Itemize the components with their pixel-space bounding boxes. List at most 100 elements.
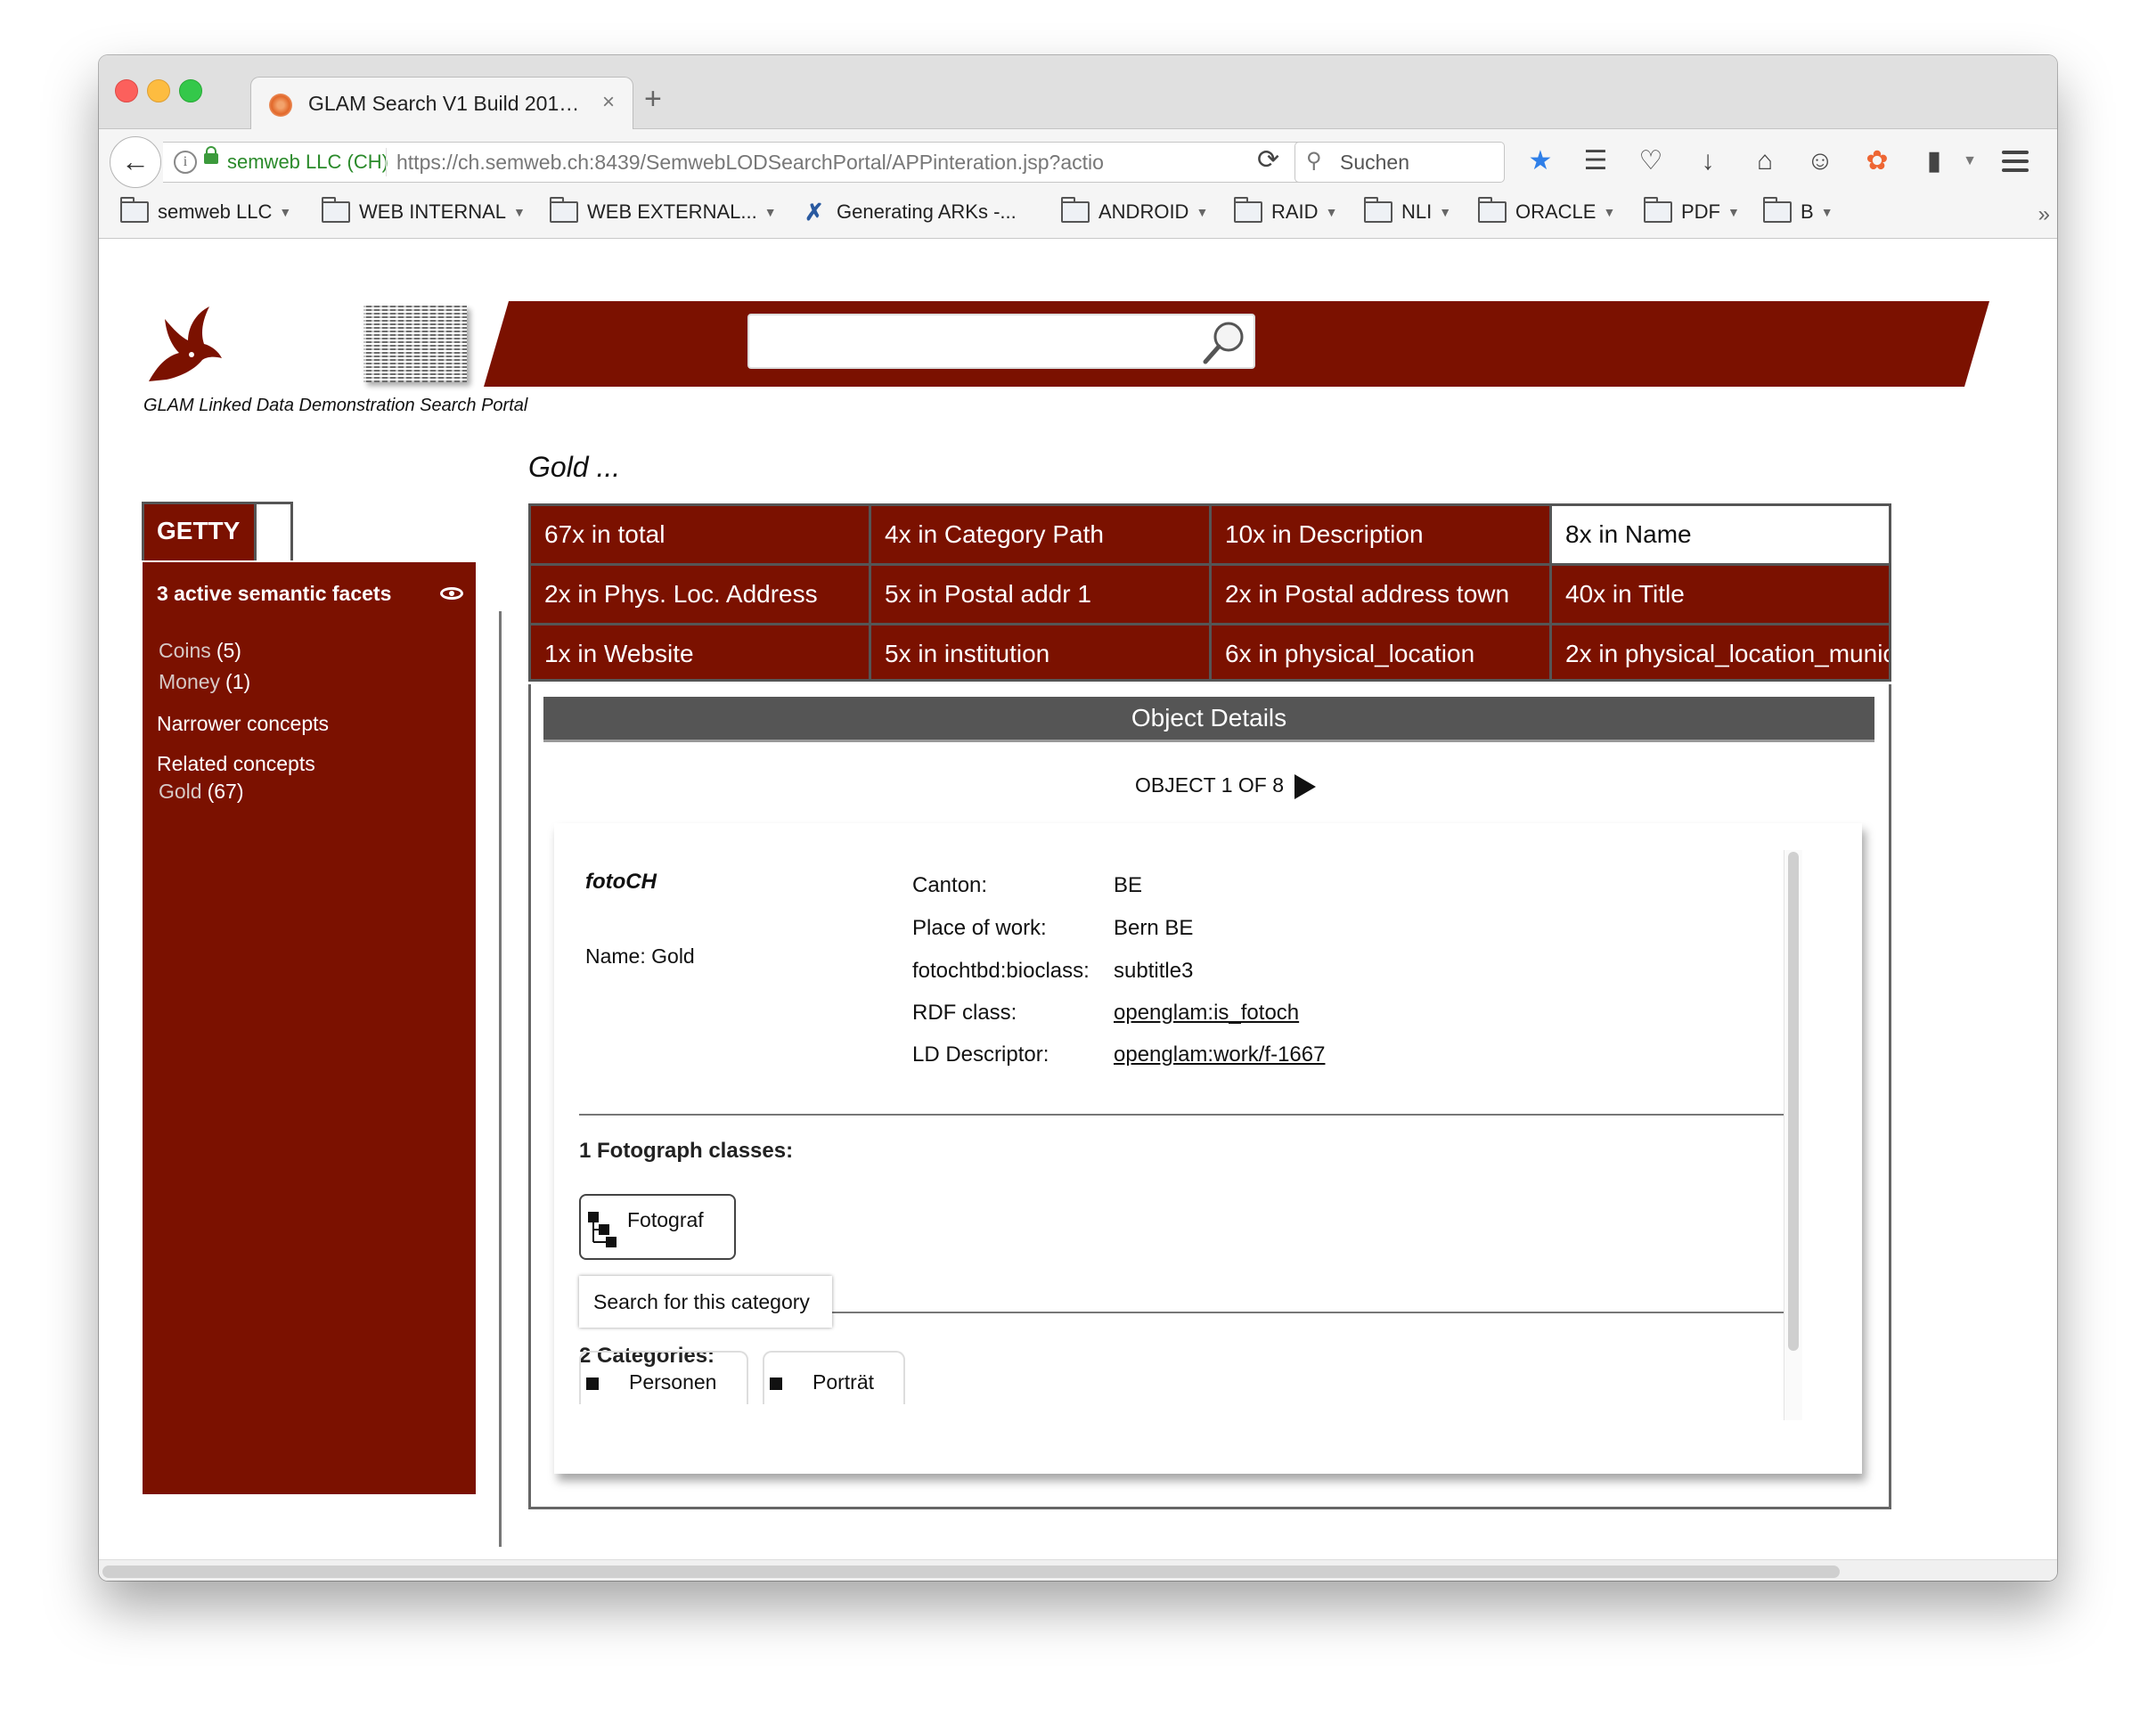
prop-value: BE xyxy=(1114,873,1143,897)
tab-title: GLAM Search V1 Build 201… xyxy=(308,92,580,115)
search-icon: ⚲ xyxy=(1306,149,1322,173)
prop-key: LD Descriptor: xyxy=(912,1042,1049,1067)
facet-item-count: (67) xyxy=(207,780,244,803)
bookmark-folder[interactable]: WEB INTERNAL ▼ xyxy=(322,197,526,224)
caret-icon: ▼ xyxy=(1727,205,1740,219)
url-bar[interactable]: i semweb LLC (CH) https://ch.semweb.ch:8… xyxy=(163,142,1322,183)
bookmark-label: NLI xyxy=(1401,200,1433,223)
bookmark-folder[interactable]: B ▼ xyxy=(1763,197,1833,224)
bookmark-folder[interactable]: RAID ▼ xyxy=(1234,197,1337,224)
tab-extra[interactable] xyxy=(254,504,290,560)
emoji-icon[interactable]: ☺ xyxy=(1802,142,1838,181)
ld-descriptor-link[interactable]: openglam:work/f-1667 xyxy=(1114,1042,1325,1067)
zoom-window-button[interactable] xyxy=(179,79,202,102)
folder-icon xyxy=(550,197,578,223)
eye-icon[interactable] xyxy=(440,587,463,600)
minimize-window-button[interactable] xyxy=(147,79,170,102)
new-tab-button[interactable]: + xyxy=(644,84,662,114)
category-chip-personen[interactable]: Personen xyxy=(579,1351,748,1404)
ark-icon: ✗ xyxy=(804,199,824,225)
hit-cell[interactable]: 2x in physical_location_munic xyxy=(1552,625,1889,679)
back-button[interactable]: ← xyxy=(110,136,161,188)
next-arrow-icon[interactable] xyxy=(1294,773,1317,799)
folder-icon xyxy=(120,197,149,223)
site-identity[interactable]: semweb LLC (CH) xyxy=(227,151,388,174)
magnifier-icon[interactable] xyxy=(1200,317,1248,365)
chip-label: Personen xyxy=(629,1370,717,1394)
info-icon[interactable]: i xyxy=(174,151,197,174)
facet-item-count: (5) xyxy=(216,639,241,662)
tab-close-icon[interactable]: × xyxy=(602,90,615,115)
caret-icon: ▼ xyxy=(1820,205,1833,219)
hit-cell[interactable]: 1x in Website xyxy=(531,625,869,679)
category-chip-portraet[interactable]: Porträt xyxy=(763,1351,905,1404)
site-favicon-icon xyxy=(269,94,292,117)
portal-search-input[interactable] xyxy=(756,323,1188,362)
bookmark-folder[interactable]: PDF ▼ xyxy=(1644,197,1740,224)
folder-icon xyxy=(1061,197,1090,223)
facet-header: 3 active semantic facets xyxy=(157,582,392,605)
pocket-icon[interactable]: ♡ xyxy=(1633,142,1669,181)
hit-cell[interactable]: 40x in Title xyxy=(1552,566,1889,623)
hit-cell[interactable]: 5x in institution xyxy=(871,625,1209,679)
more-bookmarks-icon[interactable]: » xyxy=(2038,202,2050,227)
bookmark-folder[interactable]: NLI ▼ xyxy=(1364,197,1451,224)
portal-search-box[interactable] xyxy=(747,314,1255,369)
url-separator xyxy=(386,148,387,176)
facet-item-gold[interactable]: Gold (67) xyxy=(159,780,244,804)
reload-icon[interactable]: ⟳ xyxy=(1257,144,1279,176)
bookmark-label: ANDROID xyxy=(1098,200,1189,223)
reading-list-icon[interactable]: ☰ xyxy=(1578,142,1613,181)
chevron-down-icon[interactable]: ▼ xyxy=(1952,142,1988,181)
tab-getty-label: GETTY xyxy=(157,517,241,544)
hit-cell[interactable]: 2x in Phys. Loc. Address xyxy=(531,566,869,623)
download-icon[interactable]: ↓ xyxy=(1690,142,1726,181)
prop-value: subtitle3 xyxy=(1114,959,1194,983)
hit-cell[interactable]: 67x in total xyxy=(531,506,869,563)
close-window-button[interactable] xyxy=(115,79,138,102)
bookmark-label: WEB INTERNAL xyxy=(359,200,507,223)
category-chip-fotograf[interactable]: Fotograf xyxy=(579,1194,736,1260)
facet-item-label: Gold xyxy=(159,780,202,803)
hit-cell[interactable]: 2x in Postal address town xyxy=(1212,566,1549,623)
navigation-bar: ← i semweb LLC (CH) https://ch.semweb.ch… xyxy=(99,129,2057,193)
bookmark-folder[interactable]: semweb LLC ▼ xyxy=(120,197,291,224)
prop-value: Bern BE xyxy=(1114,916,1194,940)
tab-getty[interactable]: GETTY xyxy=(142,502,293,560)
clipboard-icon[interactable]: ▮ xyxy=(1916,142,1952,181)
eagle-logo-icon[interactable] xyxy=(140,303,225,388)
caret-icon: ▼ xyxy=(764,205,777,219)
browser-tab[interactable]: GLAM Search V1 Build 201… × xyxy=(250,77,633,131)
bookmark-folder[interactable]: ANDROID ▼ xyxy=(1061,197,1208,224)
extension-icon[interactable]: ✿ xyxy=(1859,142,1895,181)
vertical-divider xyxy=(499,611,502,1547)
card-scrollbar[interactable] xyxy=(1784,850,1802,1420)
narrower-concepts-label: Narrower concepts xyxy=(157,712,330,735)
hit-cell-selected[interactable]: 8x in Name xyxy=(1552,506,1889,563)
url-text[interactable]: https://ch.semweb.ch:8439/SemwebLODSearc… xyxy=(396,151,1159,175)
hit-cell[interactable]: 10x in Description xyxy=(1212,506,1549,563)
facet-item-label: Money xyxy=(159,670,221,693)
home-icon[interactable]: ⌂ xyxy=(1747,142,1783,181)
hit-cell[interactable]: 5x in Postal addr 1 xyxy=(871,566,1209,623)
hit-cell[interactable]: 6x in physical_location xyxy=(1212,625,1549,679)
browser-search-placeholder: Suchen xyxy=(1340,151,1410,174)
horizontal-scrollbar[interactable] xyxy=(99,1559,2057,1581)
object-details-panel: Object Details OBJECT 1 OF 8 fotoCH Name… xyxy=(528,684,1891,1509)
prop-key: fotochtbd:bioclass: xyxy=(912,959,1090,983)
hamburger-menu-icon[interactable] xyxy=(2002,151,2029,172)
bookmark-link[interactable]: ✗ Generating ARKs -... xyxy=(804,200,1017,224)
folder-icon xyxy=(1644,197,1672,223)
scroll-thumb[interactable] xyxy=(1788,852,1799,1351)
bookmark-folder[interactable]: WEB EXTERNAL... ▼ xyxy=(550,197,777,224)
bookmark-folder[interactable]: ORACLE ▼ xyxy=(1478,197,1615,224)
facet-item-coins[interactable]: Coins (5) xyxy=(159,639,241,663)
facet-item-money[interactable]: Money (1) xyxy=(159,670,250,694)
bookmark-star-icon[interactable]: ★ xyxy=(1523,142,1558,181)
title-bar: GLAM Search V1 Build 201… × + xyxy=(99,55,2057,131)
browser-search-input[interactable]: ⚲ Suchen xyxy=(1294,142,1505,183)
hit-cell[interactable]: 4x in Category Path xyxy=(871,506,1209,563)
object-source: fotoCH xyxy=(585,870,657,894)
rdf-class-link[interactable]: openglam:is_fotoch xyxy=(1114,1001,1299,1026)
scroll-thumb[interactable] xyxy=(102,1566,1840,1578)
